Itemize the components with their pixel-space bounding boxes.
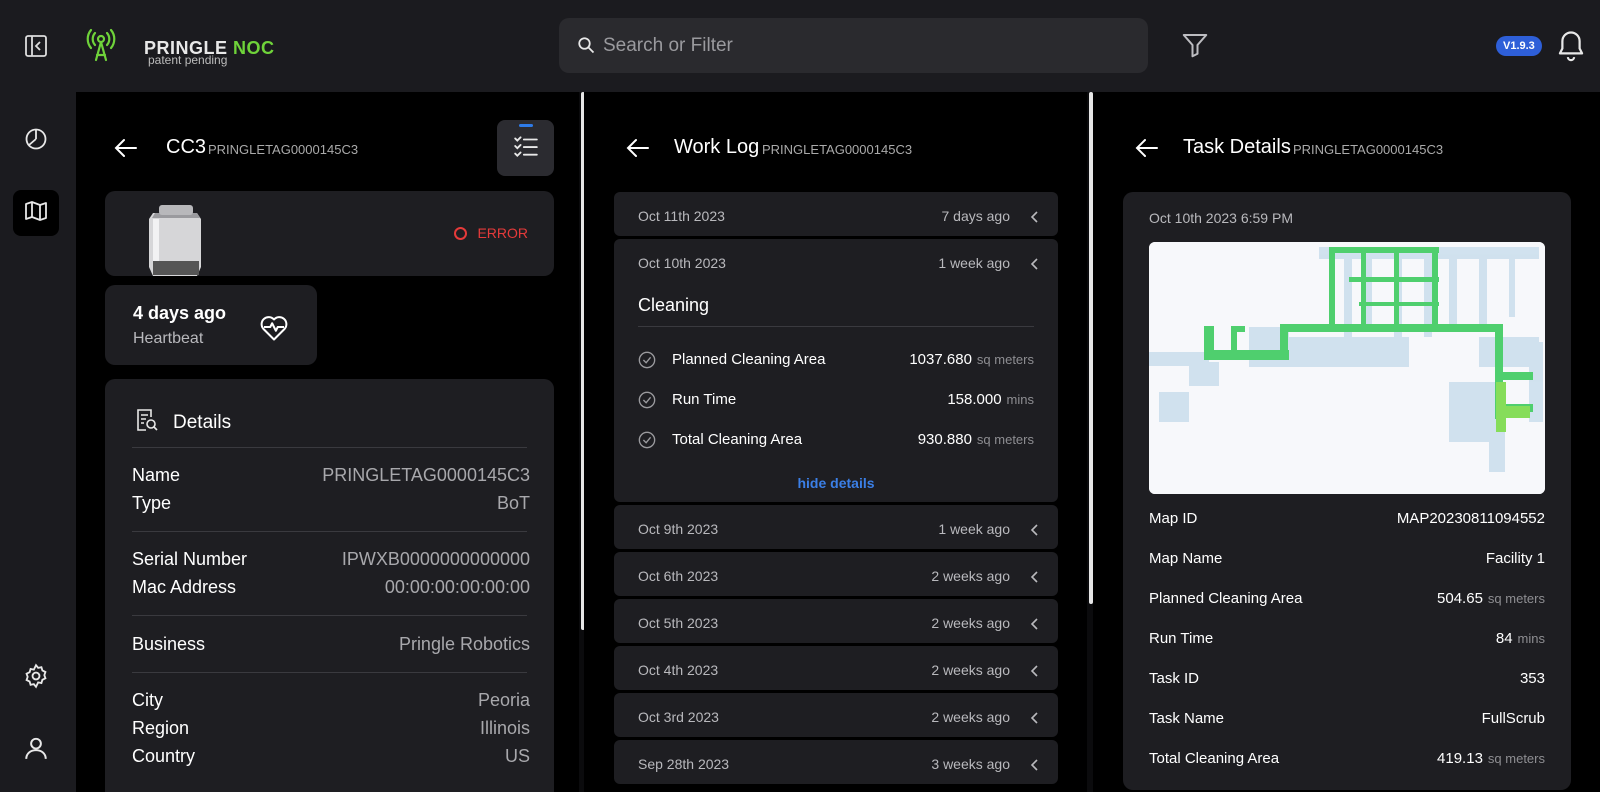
heartbeat-card: 4 days ago Heartbeat <box>105 285 317 365</box>
detail-row-name: Name PRINGLETAG0000145C3 <box>132 465 530 485</box>
divider <box>132 531 527 532</box>
detail-row-country: Country US <box>132 746 530 766</box>
detail-row-region: Region Illinois <box>132 718 530 738</box>
task-row-run-time: Run Time 84 mins <box>1149 630 1545 647</box>
top-bar: PRINGLE NOC patent pending V1.9.3 <box>0 0 1600 92</box>
worklog-entry[interactable]: Oct 4th 2023 2 weeks ago <box>614 646 1058 690</box>
divider <box>132 447 527 448</box>
map-icon <box>24 199 48 228</box>
signal-logo-icon <box>86 28 116 67</box>
check-circle-icon <box>638 431 656 454</box>
search-icon <box>577 36 595 59</box>
back-arrow-icon[interactable] <box>1135 138 1159 163</box>
worklog-entry-expanded[interactable]: Oct 10th 2023 1 week ago Cleaning Planned… <box>614 239 1058 502</box>
back-arrow-icon[interactable] <box>626 138 650 163</box>
back-arrow-icon[interactable] <box>114 138 138 163</box>
details-card: Details Name PRINGLETAG0000145C3 Type BoT … <box>105 379 554 792</box>
device-panel: CC3 PRINGLETAG0000145C3 ERROR 4 days ago… <box>76 92 579 792</box>
divider <box>132 615 527 616</box>
cleaning-map[interactable] <box>1149 242 1545 494</box>
chevron-left-icon <box>1030 617 1038 635</box>
search-input[interactable] <box>603 18 1123 73</box>
task-row-map-name: Map Name Facility 1 <box>1149 550 1545 567</box>
metric-planned-area: Planned Cleaning Area 1037.680 sq meters <box>638 349 1034 371</box>
task-details-panel: Task Details PRINGLETAG0000145C3 Oct 10t… <box>1093 92 1600 792</box>
report-search-icon <box>135 407 159 439</box>
check-circle-icon <box>638 351 656 374</box>
logo: PRINGLE NOC patent pending <box>84 28 284 68</box>
divider <box>638 326 1034 327</box>
detail-row-city: City Peoria <box>132 690 530 710</box>
chevron-left-icon <box>1030 570 1038 588</box>
detail-row-mac: Mac Address 00:00:00:00:00:00 <box>132 577 530 597</box>
filter-icon[interactable] <box>1180 30 1210 65</box>
checklist-button[interactable] <box>497 120 554 176</box>
sidebar-item-settings[interactable] <box>13 655 59 701</box>
worklog-title: Work Log <box>674 136 760 158</box>
sidebar <box>0 92 76 792</box>
heartbeat-label: Heartbeat <box>133 330 204 347</box>
worklog-panel: Work Log PRINGLETAG0000145C3 Oct 11th 20… <box>584 92 1087 792</box>
user-icon <box>23 735 49 766</box>
worklog-tag: PRINGLETAG0000145C3 <box>762 142 913 157</box>
task-type: Cleaning <box>638 295 710 315</box>
device-title: CC3 <box>166 136 207 158</box>
hide-details-link[interactable]: hide details <box>614 475 1058 491</box>
dashboard-icon <box>24 127 48 156</box>
heartbeat-value: 4 days ago <box>133 303 227 323</box>
version-badge: V1.9.3 <box>1496 36 1542 56</box>
robot-image <box>145 203 207 281</box>
task-row-total-area: Total Cleaning Area 419.13 sq meters <box>1149 750 1545 767</box>
logo-tagline: patent pending <box>148 53 228 67</box>
chevron-left-icon <box>1030 210 1038 228</box>
worklog-entry[interactable]: Oct 11th 2023 7 days ago <box>614 192 1058 236</box>
sidebar-item-user[interactable] <box>13 727 59 773</box>
panel-toggle-icon[interactable] <box>24 34 48 58</box>
worklog-entry[interactable]: Sep 28th 2023 3 weeks ago <box>614 740 1058 784</box>
task-datetime: Oct 10th 2023 6:59 PM <box>1149 210 1293 226</box>
search-bar[interactable] <box>559 18 1148 73</box>
metric-run-time: Run Time 158.000 mins <box>638 389 1034 411</box>
task-row-task-name: Task Name FullScrub <box>1149 710 1545 727</box>
task-row-map-id: Map ID MAP20230811094552 <box>1149 510 1545 527</box>
details-header: Details <box>135 407 231 439</box>
metric-total-area: Total Cleaning Area 930.880 sq meters <box>638 429 1034 451</box>
detail-row-serial: Serial Number IPWXB0000000000000 <box>132 549 530 569</box>
chevron-left-icon <box>1030 711 1038 729</box>
chevron-left-icon <box>1030 257 1038 275</box>
chevron-left-icon <box>1030 758 1038 776</box>
detail-row-type: Type BoT <box>132 493 530 513</box>
checklist-icon <box>513 133 539 164</box>
detail-row-business: Business Pringle Robotics <box>132 634 530 654</box>
bell-icon[interactable] <box>1556 30 1586 67</box>
status-badge: ERROR <box>454 225 528 241</box>
check-circle-icon <box>638 391 656 414</box>
task-card: Oct 10th 2023 6:59 PM Map ID MAP20230811… <box>1123 192 1571 790</box>
device-status-card: ERROR <box>105 191 554 276</box>
chevron-left-icon <box>1030 664 1038 682</box>
divider <box>132 672 527 673</box>
error-ring-icon <box>454 226 468 240</box>
task-title: Task Details <box>1183 136 1291 158</box>
settings-icon <box>23 662 49 694</box>
task-row-task-id: Task ID 353 <box>1149 670 1545 687</box>
task-tag: PRINGLETAG0000145C3 <box>1293 142 1444 157</box>
worklog-entry[interactable]: Oct 6th 2023 2 weeks ago <box>614 552 1058 596</box>
worklog-entry[interactable]: Oct 5th 2023 2 weeks ago <box>614 599 1058 643</box>
worklog-entry[interactable]: Oct 9th 2023 1 week ago <box>614 505 1058 549</box>
heartbeat-icon <box>259 313 289 346</box>
sidebar-item-map[interactable] <box>13 190 59 236</box>
chevron-left-icon <box>1030 523 1038 541</box>
worklog-entry[interactable]: Oct 3rd 2023 2 weeks ago <box>614 693 1058 737</box>
sidebar-item-dashboard[interactable] <box>13 118 59 164</box>
device-tag: PRINGLETAG0000145C3 <box>208 142 359 157</box>
task-row-planned-area: Planned Cleaning Area 504.65 sq meters <box>1149 590 1545 607</box>
